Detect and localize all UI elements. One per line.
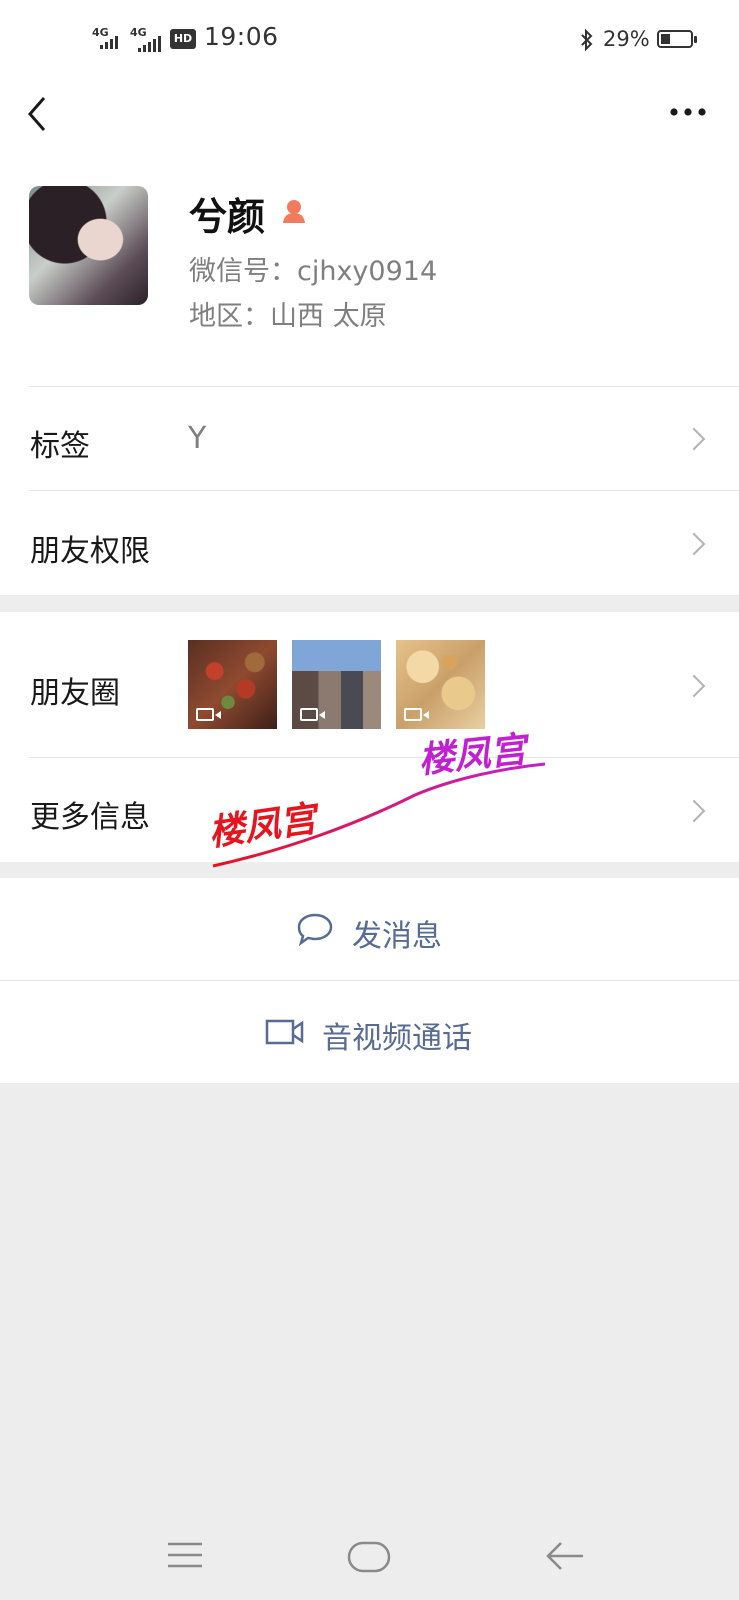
moments-thumb[interactable] bbox=[292, 640, 381, 729]
chat-bubble-icon bbox=[297, 913, 333, 946]
female-icon bbox=[283, 200, 305, 223]
video-call-label: 音视频通话 bbox=[322, 1021, 472, 1056]
back-arrow-icon[interactable] bbox=[545, 1540, 585, 1572]
chevron-right-icon bbox=[682, 427, 706, 451]
tags-value: Y bbox=[188, 421, 207, 456]
menu-icon[interactable] bbox=[166, 1541, 204, 1569]
video-camera-icon bbox=[265, 1019, 304, 1045]
bluetooth-icon bbox=[581, 29, 593, 51]
chevron-right-icon bbox=[682, 799, 706, 823]
avatar[interactable] bbox=[29, 186, 148, 305]
battery-percent: 29% bbox=[603, 27, 650, 51]
send-message-label: 发消息 bbox=[352, 919, 442, 954]
more-info-label: 更多信息 bbox=[30, 800, 150, 835]
hd-voice-icon: HD bbox=[170, 29, 196, 49]
tags-label: 标签 bbox=[30, 429, 90, 464]
wechat-id: 微信号：cjhxy0914 bbox=[189, 256, 438, 287]
send-message-button[interactable]: 发消息 bbox=[0, 878, 739, 980]
profile-name: 兮颜 bbox=[189, 195, 266, 239]
signal-1: 4G bbox=[92, 27, 118, 49]
chevron-right-icon bbox=[682, 674, 706, 698]
permissions-label: 朋友权限 bbox=[30, 534, 150, 569]
moments-thumb[interactable] bbox=[396, 640, 485, 729]
home-icon[interactable] bbox=[347, 1541, 391, 1573]
permissions-row[interactable]: 朋友权限 bbox=[0, 491, 739, 594]
moments-label: 朋友圈 bbox=[30, 676, 120, 711]
video-call-button[interactable]: 音视频通话 bbox=[0, 981, 739, 1083]
tags-row[interactable]: 标签 Y bbox=[0, 387, 739, 489]
signal-2: 4G bbox=[130, 27, 161, 52]
back-icon[interactable] bbox=[24, 94, 50, 134]
status-time: 19:06 bbox=[204, 22, 279, 51]
moments-thumb[interactable] bbox=[188, 640, 277, 729]
chevron-right-icon bbox=[682, 532, 706, 556]
region: 地区：山西 太原 bbox=[189, 301, 387, 332]
battery-icon bbox=[657, 30, 697, 48]
more-icon[interactable] bbox=[668, 104, 708, 120]
